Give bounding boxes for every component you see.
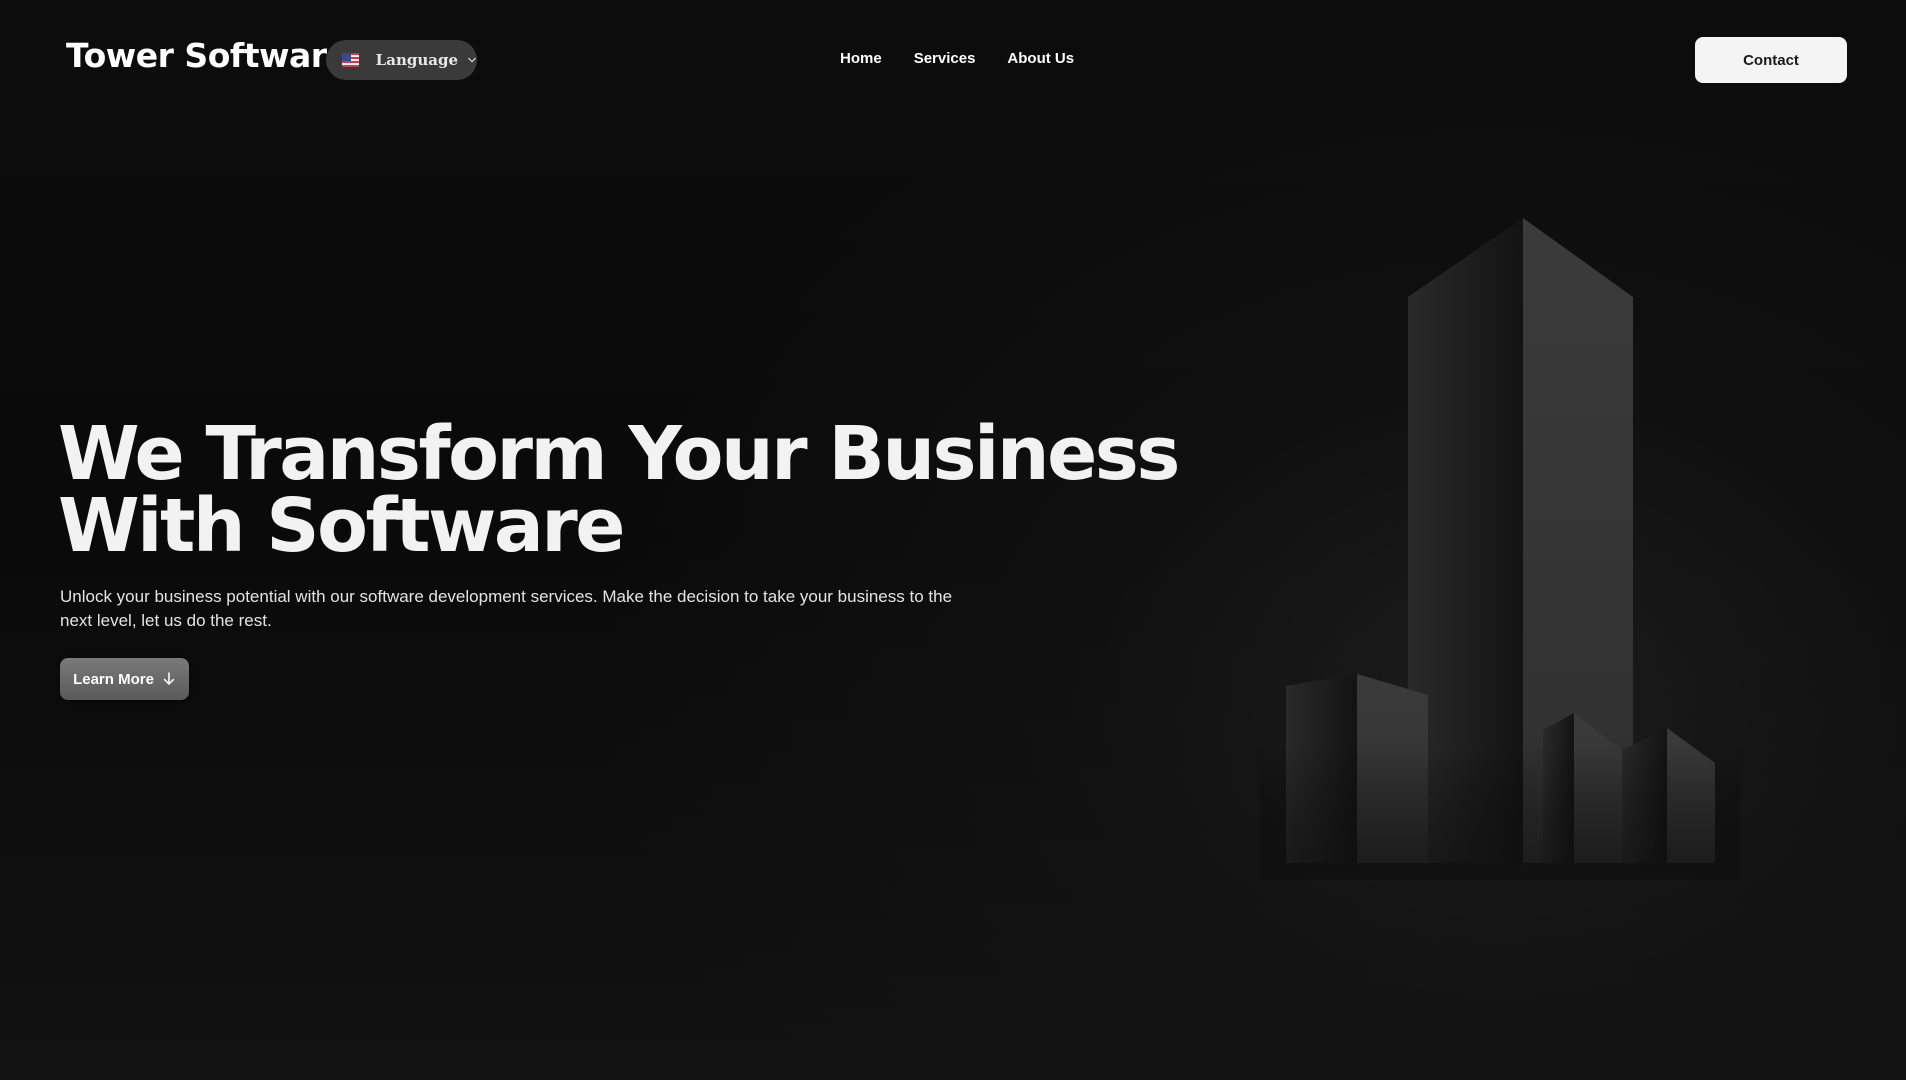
language-selector[interactable]: Language	[326, 40, 477, 80]
nav-item-services[interactable]: Services	[914, 50, 976, 67]
hero-title-line-2: With Software	[58, 483, 626, 569]
logo[interactable]: Tower Software	[66, 36, 349, 75]
nav-item-about-us[interactable]: About Us	[1007, 50, 1074, 67]
chevron-down-icon	[468, 57, 476, 63]
hero-subtitle: Unlock your business potential with our …	[60, 587, 953, 630]
site-header: Tower Software Language Home Services Ab…	[0, 0, 1906, 120]
nav-item-home[interactable]: Home	[840, 50, 882, 67]
main-nav: Home Services About Us	[840, 50, 1106, 67]
building-illustration	[1260, 200, 1740, 880]
learn-more-label: Learn More	[73, 670, 154, 688]
learn-more-button[interactable]: Learn More	[60, 658, 189, 700]
hero-title: We Transform Your Business With Software	[58, 417, 1180, 563]
contact-button[interactable]: Contact	[1695, 37, 1847, 83]
us-flag-icon	[342, 53, 359, 67]
language-label: Language	[375, 51, 458, 69]
arrow-down-icon	[163, 672, 175, 685]
